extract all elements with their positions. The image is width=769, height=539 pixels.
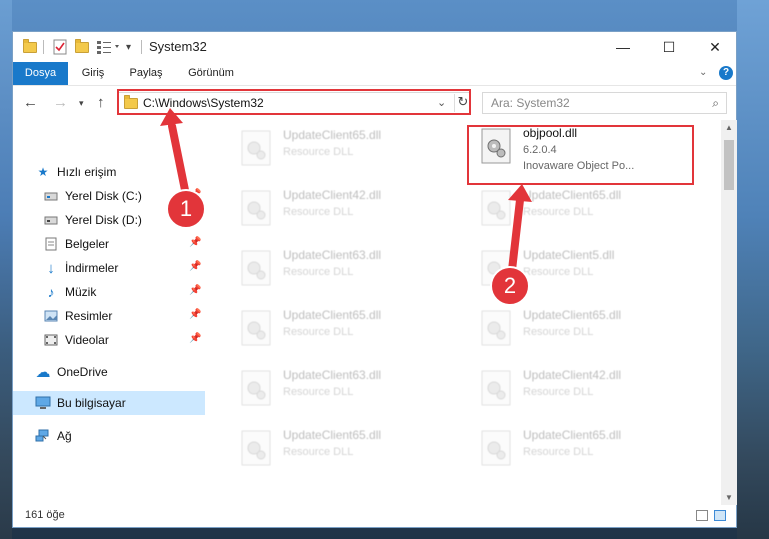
step-badge-1: 1 [166, 189, 206, 229]
annotation-arrows [160, 108, 532, 274]
step-badge-2: 2 [490, 266, 530, 306]
